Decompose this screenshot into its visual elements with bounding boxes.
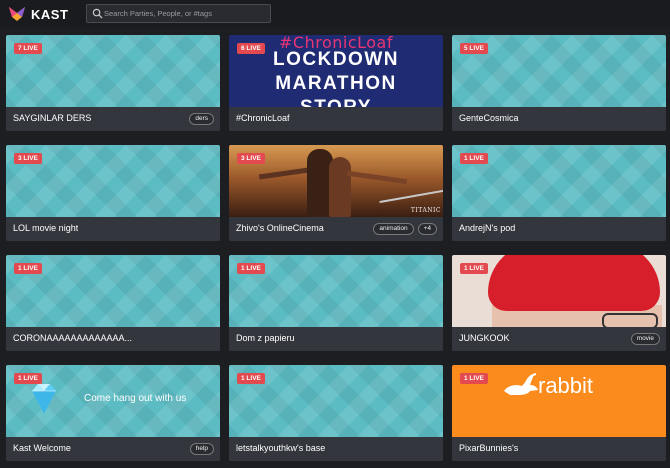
party-title[interactable]: AndrejN's pod [459, 223, 515, 233]
card-footer: GenteCosmica [452, 107, 666, 131]
card-footer: PixarBunnies's [452, 437, 666, 461]
live-badge: 3 LIVE [14, 153, 42, 164]
card-footer: JUNGKOOK movie [452, 327, 666, 351]
photo-shape [602, 313, 658, 327]
party-title[interactable]: SAYGINLAR DERS [13, 113, 91, 123]
party-title[interactable]: letstalkyouthkw's base [236, 443, 325, 453]
party-title[interactable]: CORONAAAAAAAAAAAAA... [13, 333, 132, 343]
live-badge: 3 LIVE [237, 153, 265, 164]
tag-pill[interactable]: animation [373, 223, 414, 235]
live-badge: 7 LIVE [14, 43, 42, 54]
search-box[interactable] [86, 4, 271, 23]
party-card[interactable]: TITANIC 3 LIVE Zhivo's OnlineCinema anim… [229, 145, 443, 241]
party-title[interactable]: JUNGKOOK [459, 333, 510, 343]
top-bar: KAST [0, 0, 670, 28]
live-badge: 5 LIVE [460, 43, 488, 54]
party-title[interactable]: PixarBunnies's [459, 443, 518, 453]
movie-still-shape [329, 157, 351, 217]
party-card[interactable]: 3 LIVE LOL movie night [6, 145, 220, 241]
card-footer: Dom z papieru [229, 327, 443, 351]
kast-logo-icon[interactable] [8, 5, 26, 23]
movie-still-shape [346, 170, 408, 185]
live-badge: 1 LIVE [14, 263, 42, 274]
card-footer: CORONAAAAAAAAAAAAA... [6, 327, 220, 351]
live-badge: 1 LIVE [460, 153, 488, 164]
tag-pill[interactable]: help [189, 443, 214, 455]
card-footer: letstalkyouthkw's base [229, 437, 443, 461]
card-footer: #ChronicLoaf [229, 107, 443, 131]
party-title[interactable]: LOL movie night [13, 223, 78, 233]
party-title[interactable]: #ChronicLoaf [236, 113, 290, 123]
live-badge: 6 LIVE [237, 43, 265, 54]
app-name[interactable]: KAST [31, 7, 68, 22]
party-card[interactable]: 7 LIVE SAYGINLAR DERS ders [6, 35, 220, 131]
party-card[interactable]: rabbit 1 LIVE PixarBunnies's [452, 365, 666, 461]
thumb-text: Come hang out with us [84, 393, 187, 404]
search-input[interactable] [104, 6, 268, 21]
party-card[interactable]: 1 LIVE Dom z papieru [229, 255, 443, 351]
party-card[interactable]: 1 LIVE letstalkyouthkw's base [229, 365, 443, 461]
card-footer: AndrejN's pod [452, 217, 666, 241]
party-title[interactable]: Dom z papieru [236, 333, 295, 343]
thumb-text: rabbit [538, 373, 594, 398]
party-card[interactable]: 5 LIVE GenteCosmica [452, 35, 666, 131]
party-card[interactable]: 1 LIVE JUNGKOOK movie [452, 255, 666, 351]
rabbit-icon [504, 373, 538, 395]
card-footer: LOL movie night [6, 217, 220, 241]
movie-still-shape [379, 188, 443, 204]
card-footer: Zhivo's OnlineCinema animation +4 [229, 217, 443, 241]
thumb-text: TITANIC [410, 207, 441, 214]
live-badge: 1 LIVE [460, 373, 488, 384]
tag-pill[interactable]: movie [630, 333, 660, 345]
more-tags-pill[interactable]: +4 [417, 223, 437, 235]
thumb-text: STORY [229, 97, 443, 107]
card-footer: SAYGINLAR DERS ders [6, 107, 220, 131]
tag-pill[interactable]: ders [189, 113, 214, 125]
party-card[interactable]: 1 LIVE AndrejN's pod [452, 145, 666, 241]
photo-shape [488, 255, 660, 311]
card-footer: Kast Welcome help [6, 437, 220, 461]
live-badge: 1 LIVE [14, 373, 42, 384]
diamond-icon [32, 384, 56, 414]
party-title[interactable]: Kast Welcome [13, 443, 71, 453]
movie-still-shape [258, 167, 310, 180]
thumb-text: MARATHON [275, 73, 397, 94]
live-badge: 1 LIVE [460, 263, 488, 274]
live-badge: 1 LIVE [237, 263, 265, 274]
party-card[interactable]: 1 LIVE CORONAAAAAAAAAAAAA... [6, 255, 220, 351]
live-badge: 1 LIVE [237, 373, 265, 384]
party-title[interactable]: Zhivo's OnlineCinema [236, 223, 324, 233]
party-card[interactable]: Come hang out with us 1 LIVE Kast Welcom… [6, 365, 220, 461]
party-card[interactable]: #ChronicLoaf LOCKDOWN MARATHON STORY 6 L… [229, 35, 443, 131]
search-icon [92, 8, 103, 19]
party-title[interactable]: GenteCosmica [459, 113, 519, 123]
